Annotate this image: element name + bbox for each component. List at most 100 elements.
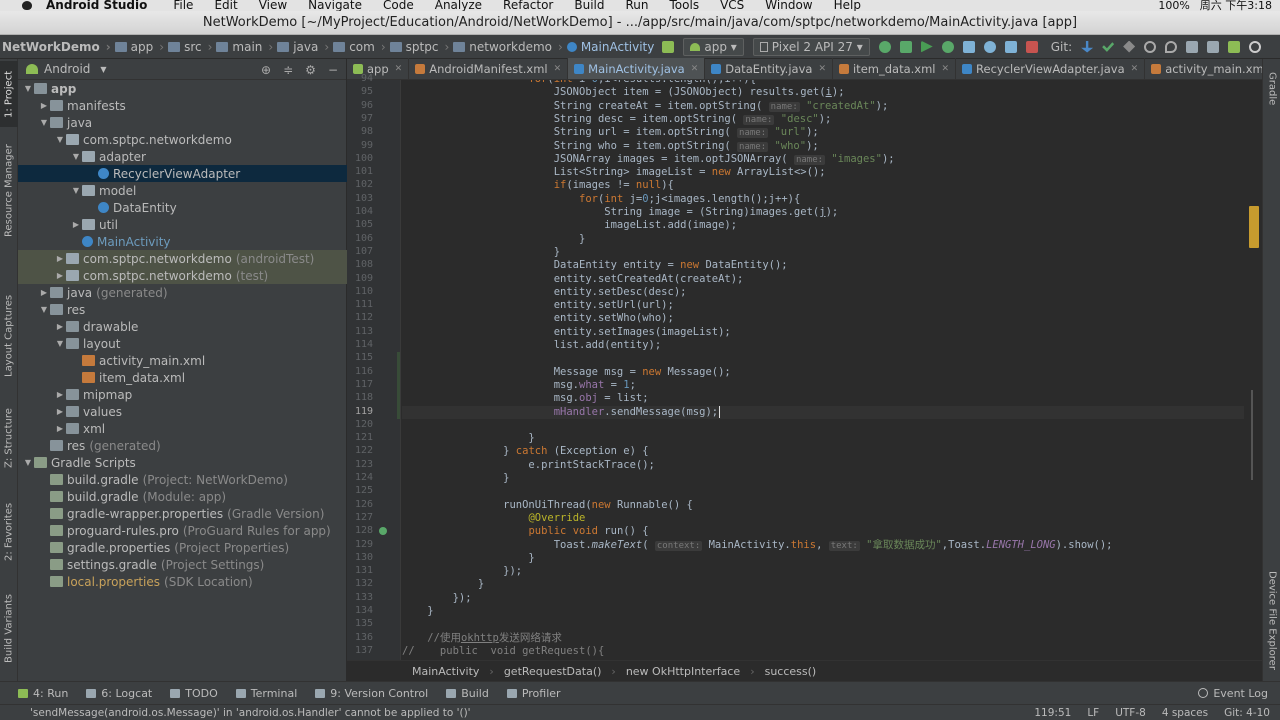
tree-item[interactable]: ▼ adapter [18, 148, 347, 165]
menu-run[interactable]: Run [626, 0, 649, 11]
menu-app-name[interactable]: Android Studio [46, 0, 147, 11]
line-separator[interactable]: LF [1087, 707, 1099, 719]
editor-tab[interactable]: activity_main.xml✕ [1145, 58, 1280, 79]
menu-help[interactable]: Help [834, 0, 861, 11]
tree-item[interactable]: proguard-rules.pro (ProGuard Rules for ap… [18, 522, 347, 539]
code-line[interactable]: } [402, 472, 509, 485]
tree-item[interactable]: ▼ app [18, 80, 347, 97]
editor-tab[interactable]: RecyclerViewAdapter.java ✕ [956, 58, 1146, 79]
locate-icon[interactable]: ⊕ [261, 63, 271, 77]
code-line[interactable]: imageList.add(image); [402, 219, 737, 232]
crumb-java[interactable]: java › [277, 40, 329, 54]
tree-item[interactable]: gradle-wrapper.properties (Gradle Version… [18, 505, 347, 522]
sdk-manager-icon[interactable] [1207, 40, 1220, 53]
code-line[interactable]: } [402, 246, 560, 259]
project-structure-icon[interactable] [1186, 40, 1199, 53]
code-line[interactable]: entity.setImages(imageList); [402, 326, 731, 339]
bottom-tool-tab[interactable]: Profiler [506, 687, 561, 700]
close-icon[interactable]: ✕ [554, 64, 562, 74]
tool-tab-favorites[interactable]: 2: Favorites [0, 499, 18, 565]
code-line[interactable]: Message msg = new Message(); [402, 366, 731, 379]
event-log-button[interactable]: Event Log [1198, 687, 1268, 700]
attach-debugger-icon[interactable] [1004, 40, 1017, 53]
close-icon[interactable]: ✕ [818, 64, 826, 74]
tool-tab-layout-captures[interactable]: Layout Captures [0, 291, 18, 381]
code-line[interactable]: public void run() { [402, 525, 648, 538]
chevron-down-icon[interactable]: ▼ [38, 305, 50, 314]
menu-code[interactable]: Code [383, 0, 414, 11]
code-line[interactable]: //使用okhttp发送网络请求 [402, 632, 562, 645]
avd-manager-icon[interactable] [1228, 40, 1241, 53]
git-commit-icon[interactable] [1102, 42, 1115, 52]
apple-logo-icon[interactable] [22, 1, 32, 10]
code-line[interactable]: String image = (String)images.get(j); [402, 206, 838, 219]
tree-item[interactable]: ▶ manifests [18, 97, 347, 114]
menu-refactor[interactable]: Refactor [503, 0, 553, 11]
code-line[interactable]: runOnUiThread(new Runnable() { [402, 499, 693, 512]
code-line[interactable]: Toast.makeText( context: MainActivity.th… [402, 539, 1113, 552]
run-config-select[interactable]: app ▾ [683, 37, 744, 56]
crumb-mainactivity[interactable]: MainActivity [566, 40, 654, 54]
tree-item[interactable]: ▶ values [18, 403, 347, 420]
crumb-networkdemo[interactable]: networkdemo › [453, 40, 563, 54]
code-line[interactable]: msg.obj = list; [402, 392, 649, 405]
editor-tab[interactable]: DataEntity.java ✕ [705, 58, 833, 79]
tool-tab-project[interactable]: 1: Project [0, 61, 18, 127]
menu-edit[interactable]: Edit [214, 0, 237, 11]
tool-tab-build-variants[interactable]: Build Variants [0, 589, 18, 669]
editor-tab[interactable]: AndroidManifest.xml ✕ [409, 58, 569, 79]
menu-analyze[interactable]: Analyze [435, 0, 482, 11]
history-icon[interactable] [1144, 40, 1157, 53]
code-line[interactable]: String createAt = item.optString( name: … [402, 100, 888, 113]
tree-item[interactable]: ▶ com.sptpc.networkdemo (androidTest) [18, 250, 347, 267]
code-line[interactable]: // public void getRequest(){ [402, 645, 604, 658]
close-icon[interactable]: ✕ [395, 64, 403, 74]
chevron-down-icon[interactable]: ▼ [54, 339, 66, 348]
bottom-tool-tab[interactable]: 9: Version Control [315, 687, 428, 700]
code-line[interactable]: entity.setCreatedAt(createAt); [402, 273, 744, 286]
coverage-icon[interactable] [962, 40, 975, 53]
search-icon[interactable] [1249, 40, 1262, 53]
chevron-right-icon[interactable]: ▶ [54, 271, 66, 280]
crumb-src[interactable]: src › [168, 40, 212, 54]
breadcrumb-anon-class[interactable]: new OkHttpInterface [626, 665, 740, 678]
chevron-right-icon[interactable]: ▶ [38, 101, 50, 110]
revert-icon[interactable] [1165, 40, 1178, 53]
tree-item[interactable]: item_data.xml [18, 369, 347, 386]
code-line[interactable]: String who = item.optString( name: "who"… [402, 140, 819, 153]
crumb-sptpc[interactable]: sptpc › [389, 40, 449, 54]
chevron-down-icon[interactable]: ▼ [100, 65, 106, 74]
code-line[interactable]: DataEntity entity = new DataEntity(); [402, 259, 788, 272]
debug-icon[interactable] [941, 40, 954, 53]
code-line[interactable]: entity.setUrl(url); [402, 299, 674, 312]
chevron-right-icon[interactable]: ▶ [70, 220, 82, 229]
code-line[interactable]: } [402, 605, 433, 618]
tree-item[interactable]: DataEntity [18, 199, 347, 216]
apply-changes-icon[interactable] [878, 40, 891, 53]
code-line[interactable]: list.add(entity); [402, 339, 661, 352]
chevron-down-icon[interactable]: ▼ [38, 118, 50, 127]
menu-navigate[interactable]: Navigate [308, 0, 362, 11]
file-encoding[interactable]: UTF-8 [1115, 707, 1146, 719]
code-view[interactable]: for(int i=0;i<results.length();i++){ JSO… [402, 80, 1244, 660]
git-update-icon[interactable] [1081, 40, 1094, 53]
code-line[interactable]: String url = item.optString( name: "url"… [402, 126, 819, 139]
code-line[interactable]: JSONArray images = item.optJSONArray( na… [402, 153, 895, 166]
chevron-down-icon[interactable]: ▼ [22, 458, 34, 467]
code-line[interactable]: entity.setDesc(desc); [402, 286, 687, 299]
git-push-icon[interactable] [1123, 40, 1136, 53]
editor-tab[interactable]: MainActivity.java ✕ [568, 58, 706, 79]
tree-item[interactable]: build.gradle (Module: app) [18, 488, 347, 505]
tree-item[interactable]: RecyclerViewAdapter [18, 165, 347, 182]
menu-tools[interactable]: Tools [670, 0, 700, 11]
code-line[interactable]: List<String> imageList = new ArrayList<>… [402, 166, 826, 179]
battery-status[interactable]: 100% [1158, 0, 1189, 11]
chevron-right-icon[interactable]: ▶ [54, 254, 66, 263]
chevron-down-icon[interactable]: ▼ [54, 135, 66, 144]
chevron-down-icon[interactable]: ▼ [22, 84, 34, 93]
bottom-tool-tab[interactable]: TODO [170, 687, 218, 700]
code-line[interactable]: } [402, 578, 484, 591]
scroll-marker-warning[interactable] [1249, 206, 1259, 248]
change-marker[interactable] [397, 352, 400, 419]
hide-panel-icon[interactable]: − [328, 63, 338, 77]
